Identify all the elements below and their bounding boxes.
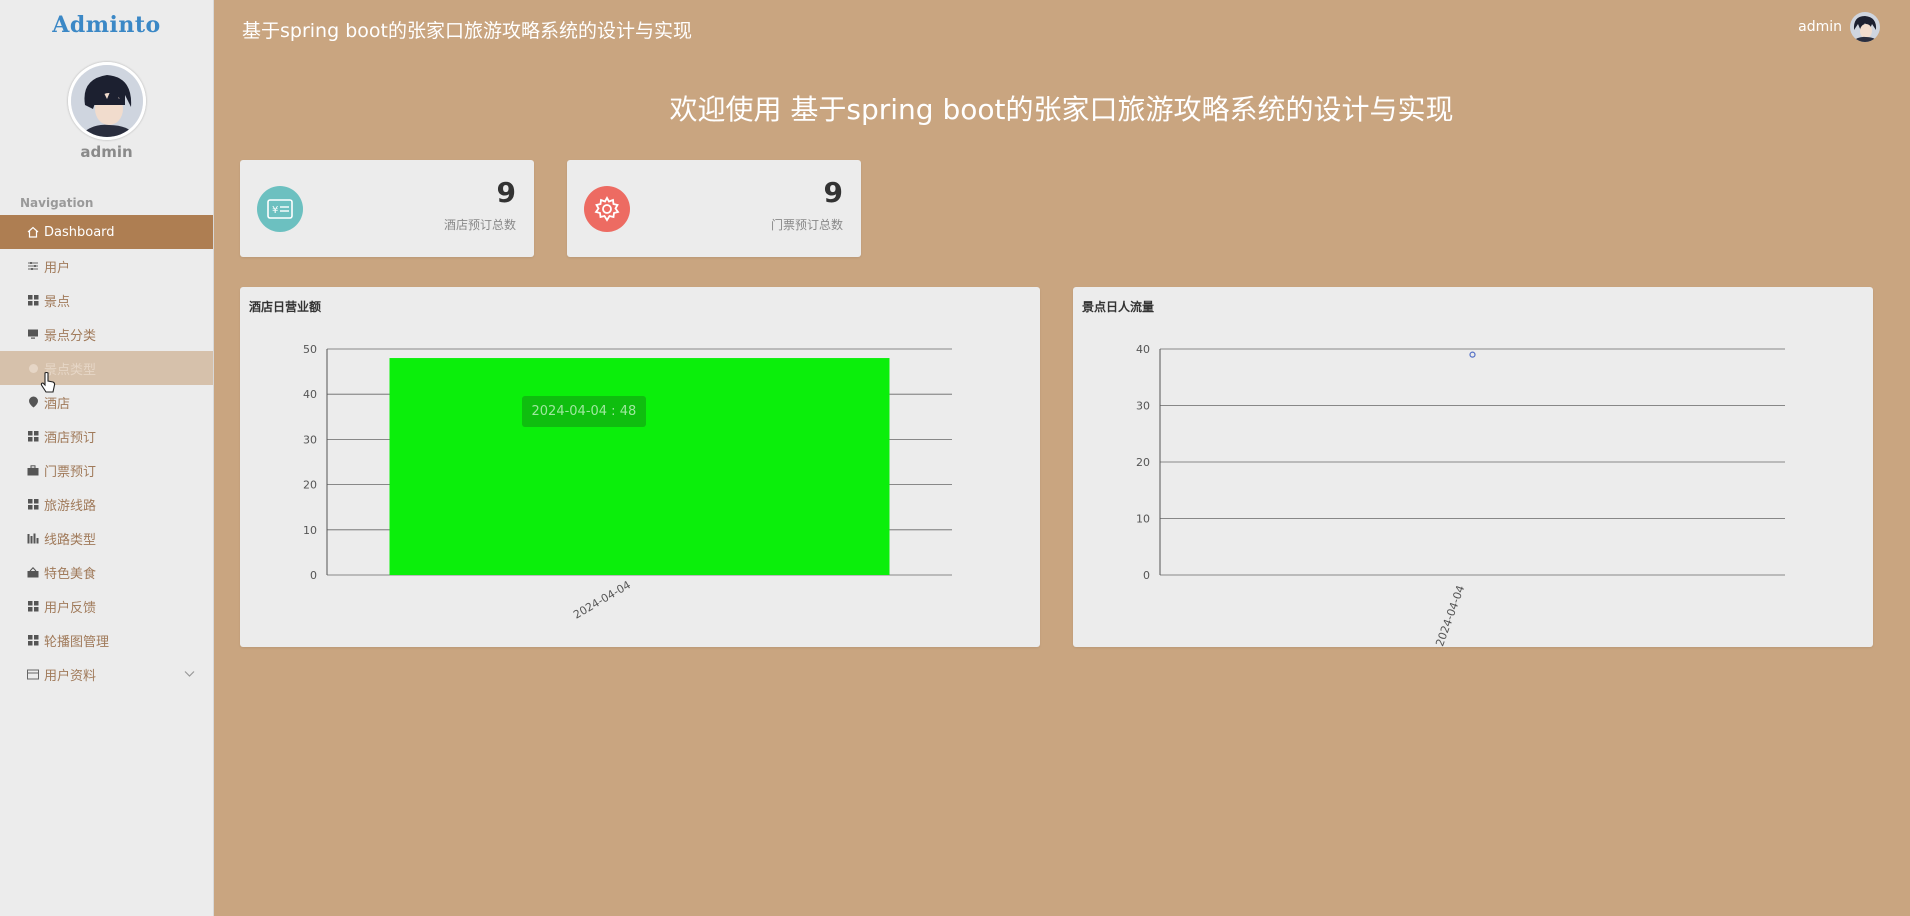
sidebar-item-label: 用户资料 <box>44 668 97 684</box>
mouse-cursor-icon <box>40 371 56 398</box>
y-tick-label: 0 <box>1143 569 1150 582</box>
sidebar-item-scenic-type[interactable]: 景点类型 <box>0 351 213 385</box>
monitor-icon <box>26 327 40 341</box>
sidebar-item-hotel[interactable]: 酒店 <box>0 385 213 419</box>
sidebar-item-ticket-booking[interactable]: 门票预订 <box>0 453 213 487</box>
grid-icon <box>26 429 40 443</box>
chart-panel-hotel-revenue: 酒店日营业额 0 10 20 30 40 50 2024-04-04 2024-04-04 … <box>240 287 1040 647</box>
sidebar-item-label: 旅游线路 <box>44 498 97 514</box>
grid-icon <box>26 633 40 647</box>
bar-icon <box>26 531 40 545</box>
sliders-icon <box>26 259 40 273</box>
sidebar-nav: Dashboard 用户 景点 景点分类 景点类型 酒店 酒店预订 门票预订 旅… <box>0 215 213 691</box>
sidebar-item-label: 用户 <box>44 260 71 276</box>
sidebar-item-label: 用户反馈 <box>44 600 97 616</box>
y-tick-label: 40 <box>303 388 317 401</box>
sidebar-item-dashboard[interactable]: Dashboard <box>0 215 213 249</box>
nav-heading: Navigation <box>20 196 94 210</box>
y-tick-label: 30 <box>1136 400 1150 413</box>
sidebar-user-name: admin <box>80 143 133 161</box>
sidebar-item-scenic[interactable]: 景点 <box>0 283 213 317</box>
data-point <box>1469 351 1476 358</box>
sidebar-item-scenic-category[interactable]: 景点分类 <box>0 317 213 351</box>
grid-icon <box>26 599 40 613</box>
top-user-menu[interactable]: admin <box>1798 12 1880 42</box>
home-icon <box>26 225 40 239</box>
sidebar-item-profile[interactable]: 用户资料 <box>0 657 213 691</box>
bag-icon <box>26 565 40 579</box>
sidebar-item-label: 门票预订 <box>44 464 97 480</box>
sidebar-item-label: 酒店预订 <box>44 430 97 446</box>
x-tick-label: 2024-04-04 <box>1433 584 1467 647</box>
y-tick-label: 30 <box>303 433 317 446</box>
top-user-name: admin <box>1798 19 1842 35</box>
stat-card-ticket-bookings: 9 门票预订总数 <box>567 160 861 257</box>
sidebar-item-label: 线路类型 <box>44 532 97 548</box>
y-tick-label: 10 <box>303 524 317 537</box>
stat-value: 9 <box>823 176 843 209</box>
sidebar-item-label: Dashboard <box>44 224 115 240</box>
pin-icon <box>26 395 40 409</box>
sidebar-item-route-type[interactable]: 线路类型 <box>0 521 213 555</box>
briefcase-icon <box>26 463 40 477</box>
scenic-traffic-chart: 0 10 20 30 40 2024-04-04 <box>1136 343 1785 647</box>
grid-icon <box>26 497 40 511</box>
app-logo[interactable]: Adminto <box>0 12 213 38</box>
gear-icon <box>584 186 630 232</box>
chart-panel-scenic-traffic: 景点日人流量 0 10 20 30 40 2024-04-04 <box>1073 287 1873 647</box>
sidebar-item-hotel-booking[interactable]: 酒店预订 <box>0 419 213 453</box>
y-tick-label: 10 <box>1136 513 1150 526</box>
y-tick-label: 20 <box>1136 456 1150 469</box>
grid-icon <box>26 293 40 307</box>
y-tick-label: 0 <box>310 569 317 582</box>
y-tick-label: 20 <box>303 479 317 492</box>
chevron-down-icon[interactable] <box>184 667 195 682</box>
sidebar: Adminto admin Navigation Dashboard 用户 景点… <box>0 0 214 916</box>
welcome-heading: 欢迎使用 基于spring boot的张家口旅游攻略系统的设计与实现 <box>669 93 1454 126</box>
avatar[interactable] <box>68 62 146 140</box>
sidebar-item-feedback[interactable]: 用户反馈 <box>0 589 213 623</box>
y-tick-label: 50 <box>303 343 317 356</box>
top-avatar[interactable] <box>1850 12 1880 42</box>
sidebar-item-label: 轮播图管理 <box>44 634 110 650</box>
sidebar-item-carousel[interactable]: 轮播图管理 <box>0 623 213 657</box>
svg-text:¥: ¥ <box>272 205 278 216</box>
card-icon <box>26 667 40 681</box>
stat-value: 9 <box>496 176 516 209</box>
id-card-icon: ¥ <box>257 186 303 232</box>
sidebar-item-label: 特色美食 <box>44 566 97 582</box>
sidebar-item-label: 景点分类 <box>44 328 97 344</box>
chart-tooltip: 2024-04-04 : 48 <box>521 396 647 428</box>
circle-icon <box>26 361 40 375</box>
sidebar-item-users[interactable]: 用户 <box>0 249 213 283</box>
stat-card-hotel-bookings: ¥ 9 酒店预订总数 <box>240 160 534 257</box>
sidebar-item-label: 景点 <box>44 294 71 310</box>
stat-label: 酒店预订总数 <box>443 218 516 232</box>
x-tick-label: 2024-04-04 <box>571 578 633 621</box>
sidebar-item-food[interactable]: 特色美食 <box>0 555 213 589</box>
y-tick-label: 40 <box>1136 343 1150 356</box>
sidebar-item-routes[interactable]: 旅游线路 <box>0 487 213 521</box>
page-header-title: 基于spring boot的张家口旅游攻略系统的设计与实现 <box>242 20 692 42</box>
stat-label: 门票预订总数 <box>770 218 843 232</box>
hotel-revenue-chart: 0 10 20 30 40 50 2024-04-04 <box>303 343 952 622</box>
bar <box>389 358 890 575</box>
